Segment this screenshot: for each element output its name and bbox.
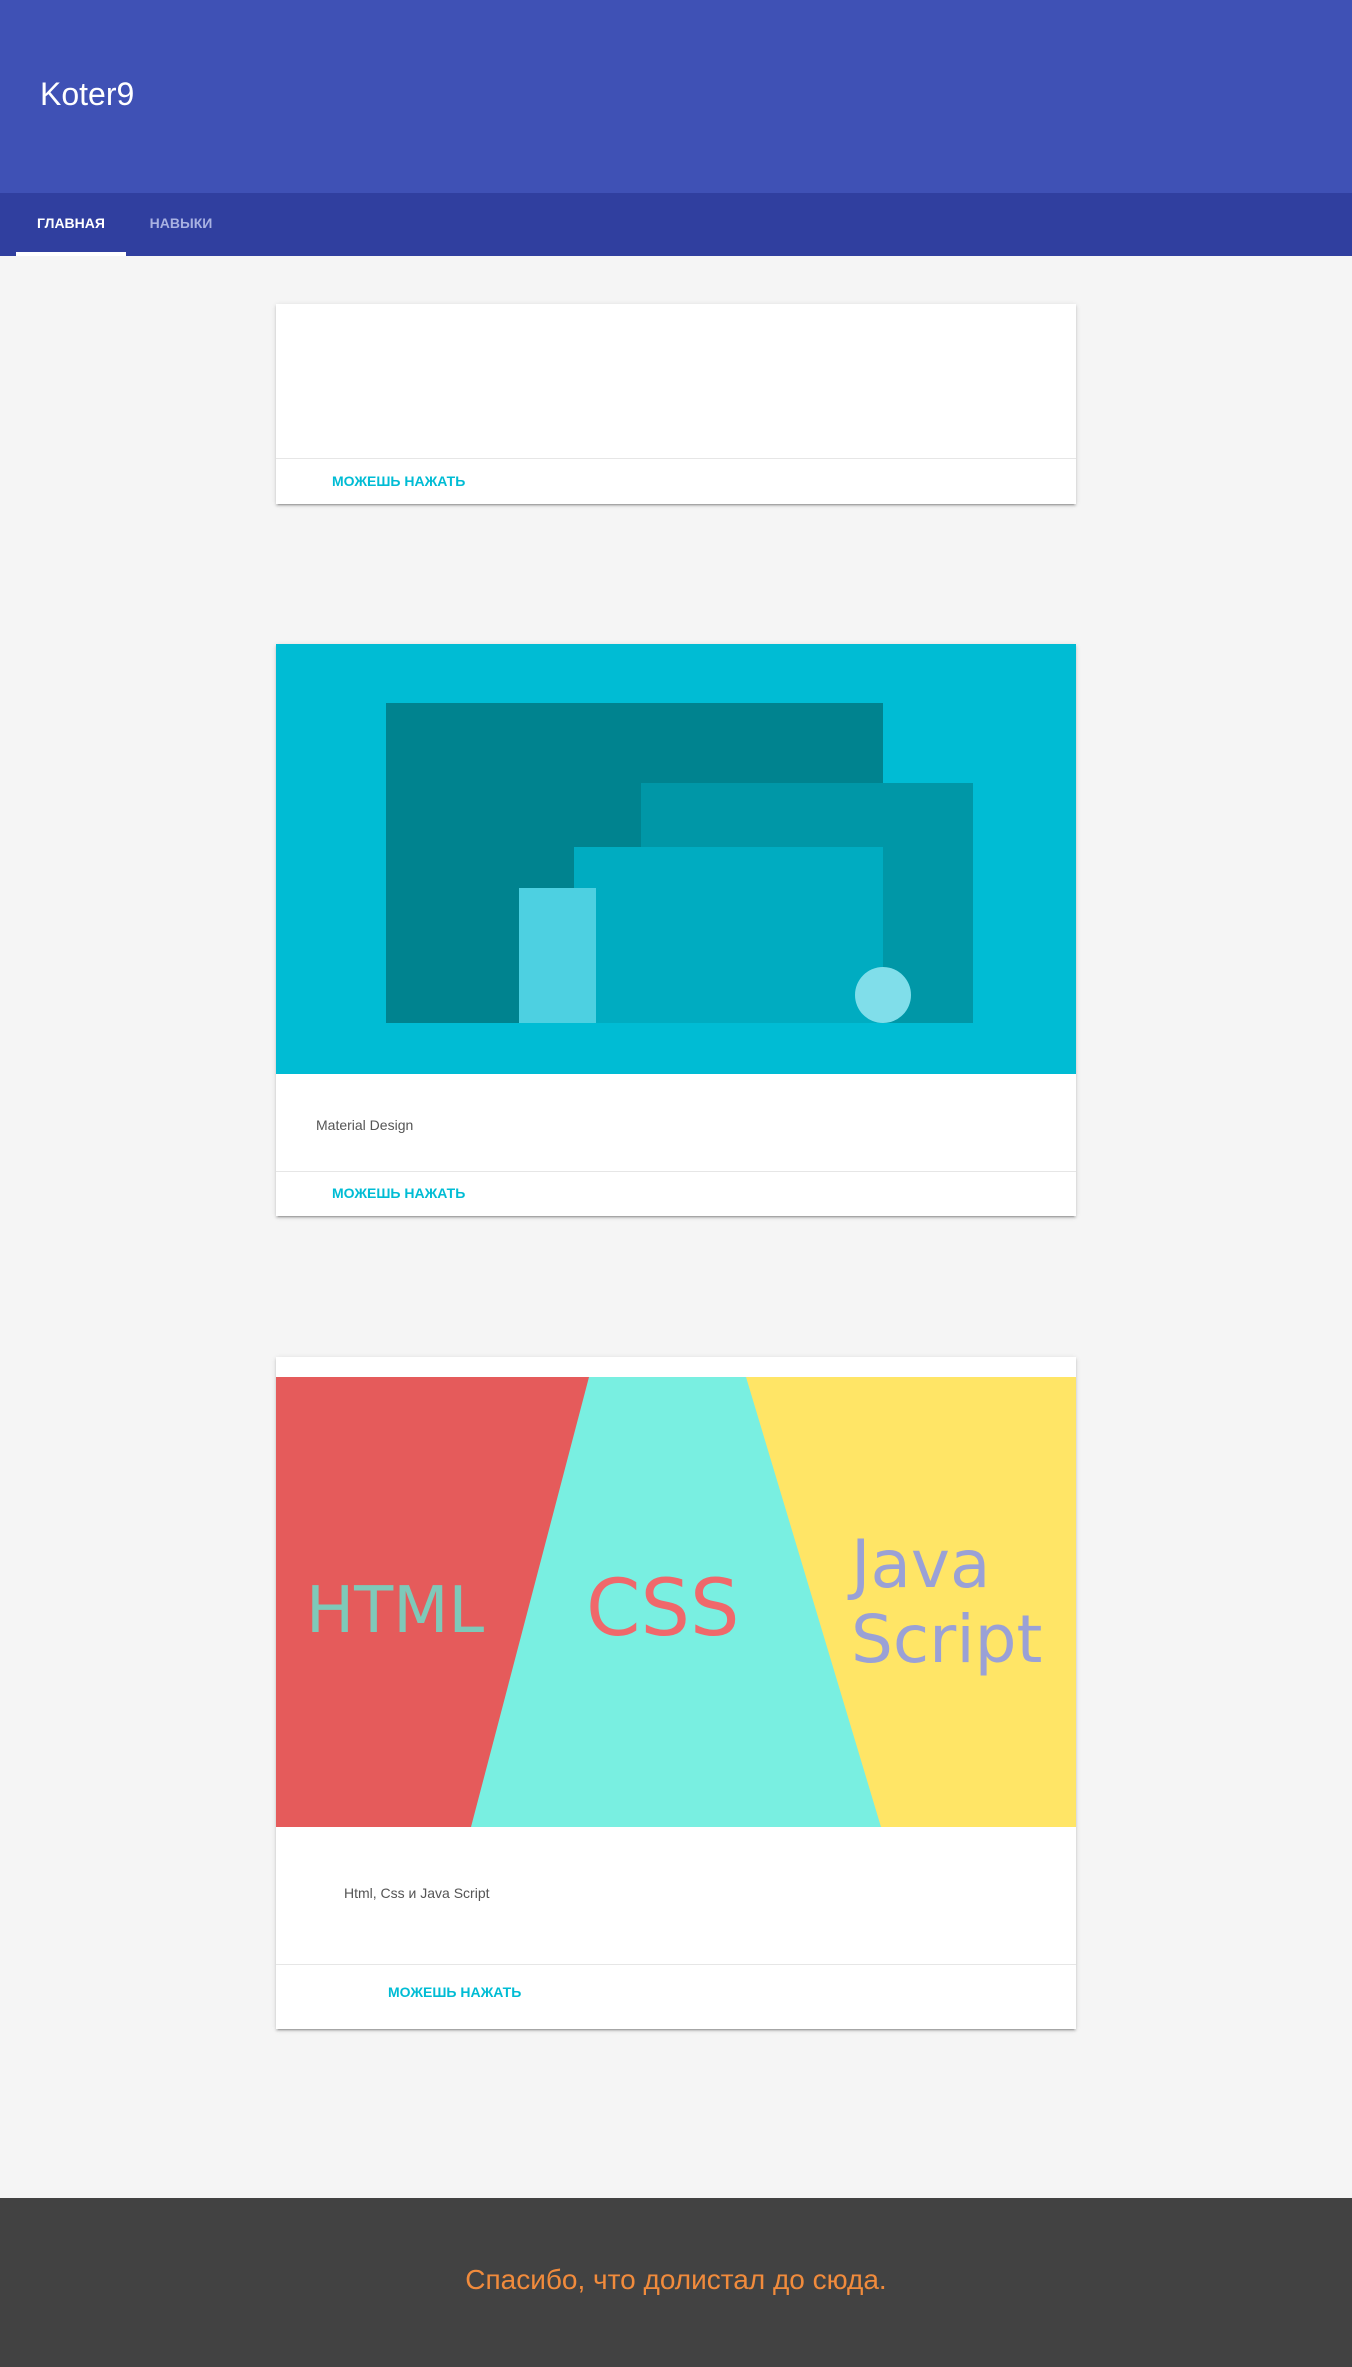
can-click-button[interactable]: Можешь нажать	[332, 1183, 465, 1203]
footer-text: Спасибо, что долистал до сюда.	[465, 2264, 887, 2295]
card-html-css-js: HTML CSS Java Script Html, Css и Java Sc…	[276, 1357, 1076, 2029]
active-tab-indicator	[16, 252, 126, 256]
html-label: HTML	[306, 1574, 484, 1648]
can-click-button[interactable]: Можешь нажать	[332, 471, 465, 491]
card-material-design: Material Design Можешь нажать	[276, 644, 1076, 1216]
material-design-illustration	[276, 644, 1076, 1074]
can-click-button[interactable]: Можешь нажать	[388, 1982, 521, 2002]
card-actions: Можешь нажать	[276, 1171, 1076, 1217]
tab-skills[interactable]: Навыки	[126, 193, 236, 256]
footer: Спасибо, что долистал до сюда.	[0, 2198, 1352, 2367]
card-empty: Можешь нажать	[276, 304, 1076, 504]
html-css-js-image: HTML CSS Java Script	[276, 1377, 1076, 1827]
tab-home[interactable]: Главная	[16, 193, 126, 256]
material-design-image	[276, 644, 1076, 1074]
js-label-line2: Script	[851, 1601, 1042, 1678]
tab-bar: Главная Навыки	[0, 193, 1352, 256]
js-label-line1: Java	[847, 1526, 990, 1603]
app-title: Koter9	[40, 76, 135, 112]
card-caption: Material Design	[316, 1117, 414, 1133]
card-actions: Можешь нажать	[276, 458, 1076, 505]
html-css-js-illustration: HTML CSS Java Script	[276, 1377, 1076, 1827]
card-caption: Html, Css и Java Script	[344, 1885, 490, 1901]
css-label: CSS	[586, 1564, 740, 1654]
app-bar: Koter9	[0, 0, 1352, 193]
card-actions: Можешь нажать	[276, 1964, 1076, 2030]
